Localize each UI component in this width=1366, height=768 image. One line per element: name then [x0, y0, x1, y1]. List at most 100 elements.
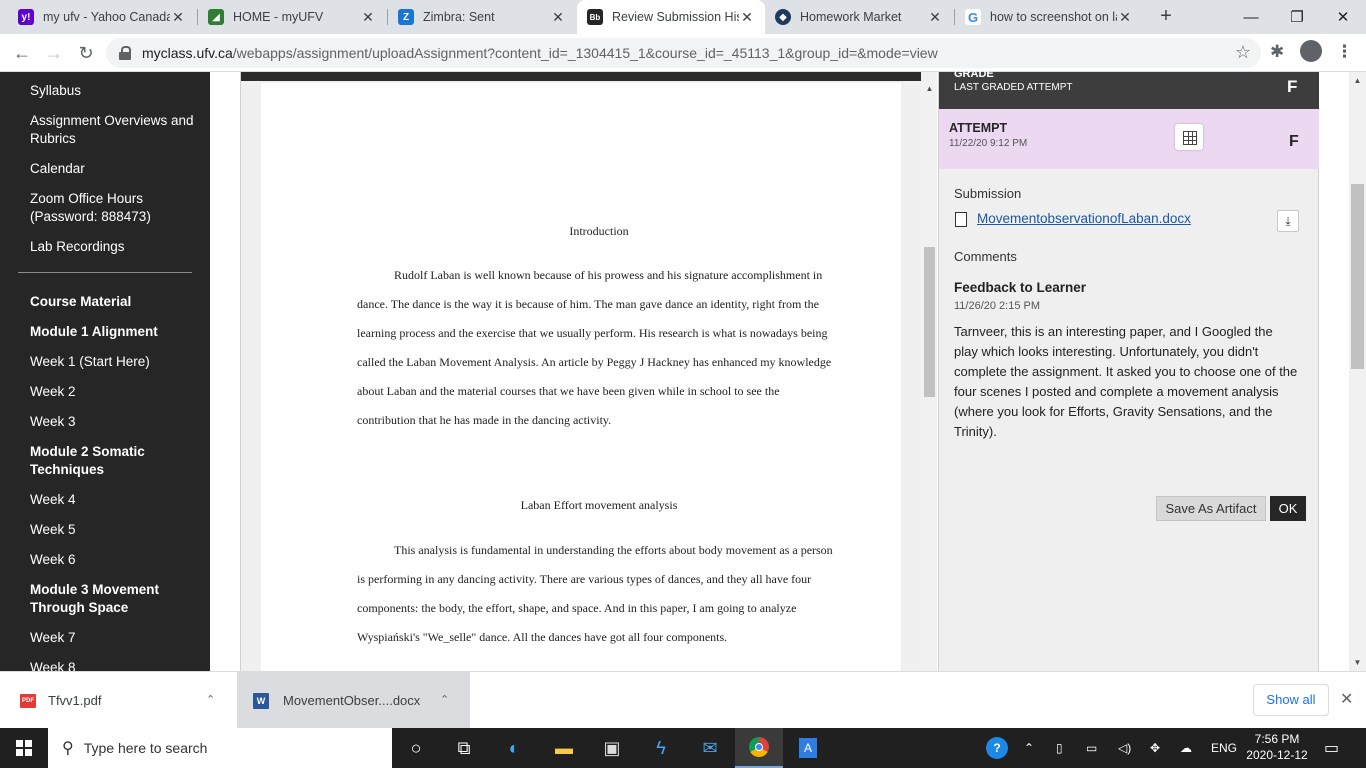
- mail-icon[interactable]: ✉: [686, 728, 734, 768]
- reload-icon[interactable]: ↻: [72, 40, 100, 66]
- close-icon[interactable]: ✕: [927, 9, 943, 26]
- download-icon[interactable]: ⤓: [1277, 210, 1299, 232]
- sidebar-item-week-6[interactable]: Week 6: [30, 551, 200, 569]
- close-icon[interactable]: ✕: [360, 9, 376, 26]
- submission-file-link[interactable]: MovementobservationofLaban.docx: [977, 211, 1191, 226]
- app-blue-a-icon[interactable]: A: [784, 728, 832, 768]
- doc-heading-introduction: Introduction: [569, 224, 629, 238]
- dropbox-icon[interactable]: ✥: [1150, 728, 1160, 768]
- sidebar-item-calendar[interactable]: Calendar: [30, 160, 200, 178]
- doc-paragraph-line: components: the body, the effort, shape,…: [357, 601, 797, 615]
- scroll-up-arrow-icon[interactable]: ▲: [921, 84, 937, 93]
- sidebar-item-module-1[interactable]: Module 1 Alignment: [30, 323, 200, 341]
- extensions-puzzle-icon[interactable]: ✱: [1270, 42, 1284, 62]
- notifications-icon[interactable]: ▭: [1324, 728, 1339, 768]
- close-icon[interactable]: ✕: [739, 9, 755, 26]
- sidebar-divider: [18, 272, 192, 273]
- sidebar-item-module-2[interactable]: Module 2 Somatic Techniques: [30, 443, 200, 479]
- tab-review-submission[interactable]: Bb Review Submission Hist ✕: [577, 0, 765, 34]
- restore-icon[interactable]: ❐: [1274, 0, 1320, 34]
- tab-label: Review Submission Hist: [612, 10, 739, 24]
- sidebar-item-course-material[interactable]: Course Material: [30, 293, 200, 311]
- grade-letter: F: [1287, 77, 1298, 96]
- onedrive-cloud-icon[interactable]: ☁: [1180, 728, 1192, 768]
- file-explorer-icon[interactable]: ▬: [540, 728, 588, 768]
- sidebar-item-week-5[interactable]: Week 5: [30, 521, 200, 539]
- document-viewer: Introduction Rudolf Laban is well known …: [240, 72, 937, 671]
- new-tab-button[interactable]: +: [1154, 5, 1178, 29]
- close-icon[interactable]: ✕: [1340, 689, 1353, 709]
- forward-arrow-icon[interactable]: →: [40, 40, 68, 66]
- sidebar-item-week-8[interactable]: Week 8: [30, 659, 200, 671]
- doc-paragraph-line: dance. The dance is the way it is becaus…: [357, 297, 819, 311]
- sidebar-item-assignment-overviews[interactable]: Assignment Overviews and Rubrics: [30, 112, 200, 148]
- tab-zimbra[interactable]: Z Zimbra: Sent ✕: [388, 0, 576, 34]
- tab-google-search[interactable]: G how to screenshot on la ✕: [955, 0, 1143, 34]
- lock-icon: [118, 46, 132, 60]
- app-lightning-icon[interactable]: ϟ: [637, 728, 685, 768]
- doc-paragraph-line: This analysis is fundamental in understa…: [394, 543, 833, 557]
- rubric-grid-icon[interactable]: [1175, 124, 1203, 150]
- close-icon[interactable]: ✕: [170, 9, 186, 26]
- sidebar-item-week-2[interactable]: Week 2: [30, 383, 200, 401]
- sidebar-item-syllabus[interactable]: Syllabus: [30, 82, 200, 100]
- menu-kebab-icon[interactable]: ⋮: [1336, 42, 1353, 62]
- attempt-row[interactable]: ATTEMPT 11/22/20 9:12 PM F: [939, 109, 1319, 169]
- chevron-up-icon[interactable]: ⌃: [440, 693, 449, 706]
- sidebar-item-week-4[interactable]: Week 4: [30, 491, 200, 509]
- doc-paragraph-line: Wyspiański's "We_selle" dance. All the d…: [357, 630, 728, 644]
- download-item-docx[interactable]: W MovementObser....docx: [237, 672, 470, 729]
- page-scroll-thumb[interactable]: [1351, 184, 1364, 369]
- sidebar-item-zoom-office-hours[interactable]: Zoom Office Hours (Password: 888473): [30, 190, 200, 226]
- viewer-scrollbar[interactable]: ▲: [921, 72, 937, 671]
- taskbar-search[interactable]: ⚲ Type here to search: [48, 728, 392, 768]
- network-icon[interactable]: ▭: [1086, 728, 1097, 768]
- battery-icon[interactable]: ▯: [1056, 728, 1063, 768]
- scroll-up-arrow-icon[interactable]: ▲: [1349, 76, 1366, 85]
- edge-icon[interactable]: ◐: [490, 728, 538, 768]
- viewer-scroll-thumb[interactable]: [924, 247, 935, 397]
- show-hidden-icons-chevron-icon[interactable]: ⌃: [1024, 728, 1034, 768]
- tab-label: Homework Market: [800, 10, 902, 24]
- minimize-icon[interactable]: —: [1228, 0, 1274, 34]
- bookmark-star-icon[interactable]: ☆: [1235, 42, 1251, 63]
- viewer-toolbar: [241, 72, 937, 81]
- close-icon[interactable]: ✕: [1117, 9, 1133, 26]
- address-bar[interactable]: myclass.ufv.ca/webapps/assignment/upload…: [106, 38, 1261, 68]
- start-button[interactable]: [0, 728, 48, 768]
- save-as-artifact-button[interactable]: Save As Artifact: [1156, 496, 1266, 521]
- chrome-icon[interactable]: [735, 728, 783, 768]
- ufv-icon: ◢: [208, 9, 224, 25]
- scroll-down-arrow-icon[interactable]: ▼: [1349, 658, 1366, 667]
- help-icon[interactable]: ?: [986, 728, 1008, 768]
- back-arrow-icon[interactable]: ←: [8, 40, 36, 66]
- volume-icon[interactable]: ◁): [1118, 728, 1131, 768]
- show-all-button[interactable]: Show all: [1253, 684, 1329, 716]
- sidebar-item-week-1[interactable]: Week 1 (Start Here): [30, 353, 200, 371]
- clock-date: 2020-12-12: [1246, 748, 1308, 762]
- comments-label: Comments: [954, 249, 1017, 264]
- page-scrollbar[interactable]: ▲ ▼: [1349, 72, 1366, 671]
- doc-paragraph-line: Rudolf Laban is well known because of hi…: [394, 268, 823, 282]
- cortana-icon[interactable]: ○: [392, 728, 440, 768]
- window-close-icon[interactable]: ✕: [1320, 0, 1366, 34]
- sidebar-item-week-3[interactable]: Week 3: [30, 413, 200, 431]
- google-icon: G: [965, 9, 981, 25]
- profile-avatar-icon[interactable]: [1300, 40, 1322, 62]
- tab-homework-market[interactable]: ◆ Homework Market ✕: [765, 0, 953, 34]
- store-icon[interactable]: ▣: [588, 728, 636, 768]
- sidebar-item-module-3[interactable]: Module 3 Movement Through Space: [30, 581, 200, 617]
- windows-logo-icon: [16, 740, 32, 756]
- sidebar-item-week-7[interactable]: Week 7: [30, 629, 200, 647]
- download-item-pdf[interactable]: PDF Tfvv1.pdf: [0, 672, 236, 729]
- tab-yahoo[interactable]: y! my ufv - Yahoo Canada ✕: [8, 0, 196, 34]
- close-icon[interactable]: ✕: [550, 9, 566, 26]
- tab-myufv[interactable]: ◢ HOME - myUFV ✕: [198, 0, 386, 34]
- chevron-up-icon[interactable]: ⌃: [206, 693, 215, 706]
- ok-button[interactable]: OK: [1270, 496, 1306, 521]
- system-clock[interactable]: 7:56 PM 2020-12-12: [1244, 731, 1310, 763]
- sidebar-item-lab-recordings[interactable]: Lab Recordings: [30, 238, 200, 256]
- course-menu-sidebar: Syllabus Assignment Overviews and Rubric…: [0, 72, 210, 671]
- language-indicator[interactable]: ENG: [1211, 728, 1237, 768]
- task-view-icon[interactable]: ⧉: [440, 728, 488, 768]
